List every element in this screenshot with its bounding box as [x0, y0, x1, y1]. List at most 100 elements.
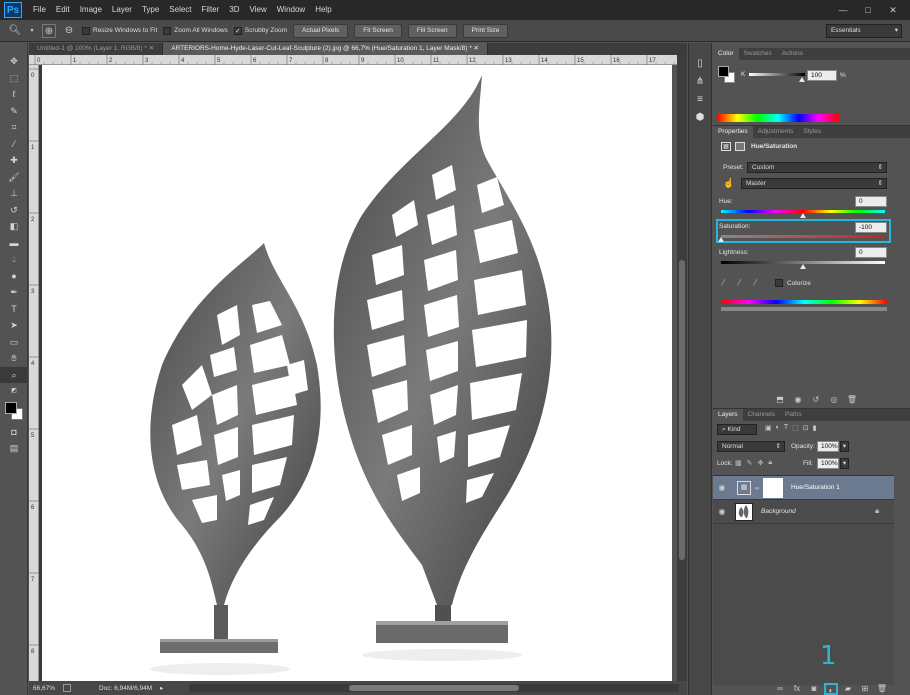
menu-select[interactable]: Select [164, 0, 196, 20]
filter-toggle-icon[interactable]: ▮ [813, 424, 817, 432]
checkbox-icon[interactable] [82, 26, 90, 35]
checkbox-icon[interactable] [163, 26, 172, 35]
eyedropper-icon[interactable]: ⁄ [723, 278, 724, 287]
checkmark-icon[interactable]: ✓ [233, 26, 242, 35]
tab-styles[interactable]: Styles [798, 126, 826, 138]
colorize-checkbox[interactable] [775, 279, 783, 287]
hue-value-field[interactable]: 0 [855, 196, 887, 207]
visibility-icon[interactable]: ◎ [827, 394, 841, 406]
color-ramp[interactable] [717, 114, 839, 122]
minimize-button[interactable]: — [832, 3, 854, 17]
tab-swatches[interactable]: Swatches [739, 48, 777, 60]
hue-slider-thumb[interactable] [800, 213, 806, 218]
preset-select[interactable]: Custom ⇕ [747, 162, 887, 173]
type-tool-icon[interactable]: T [0, 301, 28, 318]
history-panel-icon[interactable]: ▯ [689, 55, 711, 73]
chevron-down-icon[interactable]: ▾ [840, 441, 849, 452]
actual-pixels-button[interactable]: Actual Pixels [293, 23, 349, 38]
print-size-button[interactable]: Print Size [462, 23, 509, 38]
document-image[interactable] [42, 65, 672, 681]
type-filter-icon[interactable]: T [784, 424, 788, 432]
layer-style-icon[interactable]: fx [790, 683, 804, 695]
zoom-level[interactable]: 66,67% [33, 685, 55, 692]
tab-adjustments[interactable]: Adjustments [753, 126, 799, 138]
lasso-tool-icon[interactable]: ℓ [0, 86, 28, 103]
adjustment-icon[interactable]: ▦ [721, 142, 731, 151]
opacity-field[interactable]: 100% [817, 441, 839, 452]
trash-icon[interactable]: 🗑︎ [845, 394, 859, 406]
eyedropper-minus-icon[interactable]: ⁄ [755, 278, 756, 287]
brush-presets-icon[interactable]: ⋔ [689, 73, 711, 91]
tab-untitled-1[interactable]: Untitled-1 @ 100% (Layer 1, RGB/8) * ✕ [29, 43, 164, 55]
workspace-select[interactable]: Essentials ▾ [826, 23, 902, 38]
rectangle-tool-icon[interactable]: ▭ [0, 334, 28, 351]
dodge-tool-icon[interactable]: ● [0, 268, 28, 285]
history-brush-tool-icon[interactable]: ↺ [0, 202, 28, 219]
saturation-slider-thumb[interactable] [718, 237, 724, 242]
zoom-tool-icon[interactable]: ⌕ [0, 366, 28, 383]
visibility-eye-icon[interactable]: ◉ [717, 483, 727, 493]
layer-filter-select[interactable]: ⌕ Kind [717, 424, 757, 435]
saturation-slider[interactable] [721, 235, 885, 238]
blend-mode-select[interactable]: Normal ⇕ [717, 441, 785, 452]
tab-properties[interactable]: Properties [713, 126, 753, 138]
scroll-thumb[interactable] [349, 685, 519, 691]
status-info-icon[interactable] [63, 684, 72, 692]
delete-layer-icon[interactable]: 🗑︎ [875, 683, 889, 695]
menu-3d[interactable]: 3D [224, 0, 244, 20]
move-tool-icon[interactable]: ✥ [0, 53, 28, 70]
screen-mode-icon[interactable]: ▤ [0, 440, 28, 457]
mask-icon[interactable] [735, 142, 745, 151]
menu-type[interactable]: Type [137, 0, 164, 20]
menu-window[interactable]: Window [272, 0, 310, 20]
eraser-tool-icon[interactable]: ◧ [0, 218, 28, 235]
fit-screen-button[interactable]: Fit Screen [354, 23, 402, 38]
link-icon[interactable]: ∞ [755, 486, 759, 492]
zoom-all-windows-checkbox[interactable]: Zoom All Windows [163, 26, 228, 35]
new-layer-icon[interactable]: ⊞ [858, 683, 872, 695]
tab-actions[interactable]: Actions [777, 48, 808, 60]
maximize-button[interactable]: □ [857, 3, 879, 17]
lock-transparency-icon[interactable]: ▩ [735, 459, 742, 467]
lightness-slider-thumb[interactable] [800, 264, 806, 269]
tab-paths[interactable]: Paths [780, 409, 807, 421]
layer-name[interactable]: Hue/Saturation 1 [791, 484, 840, 491]
menu-layer[interactable]: Layer [107, 0, 137, 20]
layer-row-background[interactable]: ◉ Background 🔒︎ [713, 500, 894, 524]
tab-color[interactable]: Color [713, 48, 739, 60]
hand-tool-icon[interactable]: ✋︎ [0, 350, 28, 367]
layer-mask-thumbnail[interactable] [763, 478, 783, 498]
layer-row-hue-saturation[interactable]: ◉ ▦ ∞ Hue/Saturation 1 [713, 476, 894, 500]
tab-channels[interactable]: Channels [743, 409, 780, 421]
zoom-in-icon[interactable]: ⊕ [42, 23, 56, 38]
gradient-tool-icon[interactable]: ▬ [0, 235, 28, 252]
adjustment-filter-icon[interactable]: ◐ [776, 424, 780, 432]
marquee-tool-icon[interactable]: ⬚ [0, 70, 28, 87]
resize-windows-checkbox[interactable]: Resize Windows to Fit [82, 26, 157, 35]
link-layers-icon[interactable]: ∞ [773, 683, 787, 695]
add-mask-icon[interactable]: ◙ [807, 683, 821, 695]
new-adjustment-layer-icon[interactable]: ◐ [824, 683, 838, 695]
targeted-adjustment-hand-icon[interactable]: ☝ [723, 178, 735, 190]
menu-help[interactable]: Help [310, 0, 336, 20]
scroll-thumb[interactable] [679, 260, 685, 560]
fill-field[interactable]: 100% [817, 458, 839, 469]
horizontal-scrollbar[interactable] [189, 684, 679, 692]
menu-filter[interactable]: Filter [197, 0, 225, 20]
brush-tool-icon[interactable]: 🖌︎ [0, 169, 28, 186]
menu-file[interactable]: File [28, 0, 51, 20]
clip-to-layer-icon[interactable]: ⬒ [773, 394, 787, 406]
k-value-field[interactable]: 100 [807, 70, 837, 81]
eyedropper-tool-icon[interactable]: ⁄ [0, 136, 28, 153]
pixel-filter-icon[interactable]: ▣ [765, 424, 772, 432]
default-colors-icon[interactable]: ◩ [0, 383, 28, 400]
zoom-tool-icon[interactable]: 🔍︎ [8, 24, 22, 38]
lock-all-icon[interactable]: 🔒︎ [768, 459, 772, 467]
visibility-eye-icon[interactable]: ◉ [717, 507, 727, 517]
quick-select-tool-icon[interactable]: ✎ [0, 103, 28, 120]
reset-icon[interactable]: ↺ [809, 394, 823, 406]
view-previous-icon[interactable]: ◉ [791, 394, 805, 406]
eyedropper-plus-icon[interactable]: ⁄ [739, 278, 740, 287]
blur-tool-icon[interactable]: 💧︎ [0, 251, 28, 268]
healing-brush-tool-icon[interactable]: ✚ [0, 152, 28, 169]
